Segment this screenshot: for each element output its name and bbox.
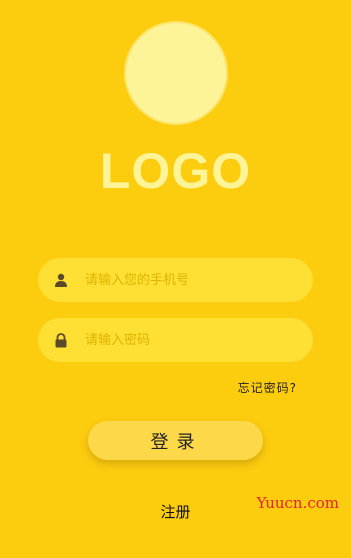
phone-input[interactable] (83, 271, 313, 289)
phone-field[interactable] (38, 258, 313, 302)
person-icon (53, 272, 69, 288)
logo-text: LOGO (99, 143, 252, 199)
lock-icon (53, 332, 69, 348)
password-input[interactable] (83, 331, 313, 349)
avatar-placeholder (126, 23, 226, 123)
password-field[interactable] (38, 318, 313, 362)
forgot-password-link[interactable]: 忘记密码? (238, 379, 297, 396)
watermark-text: Yuucn.com (256, 494, 339, 512)
login-button[interactable]: 登录 (88, 421, 263, 460)
